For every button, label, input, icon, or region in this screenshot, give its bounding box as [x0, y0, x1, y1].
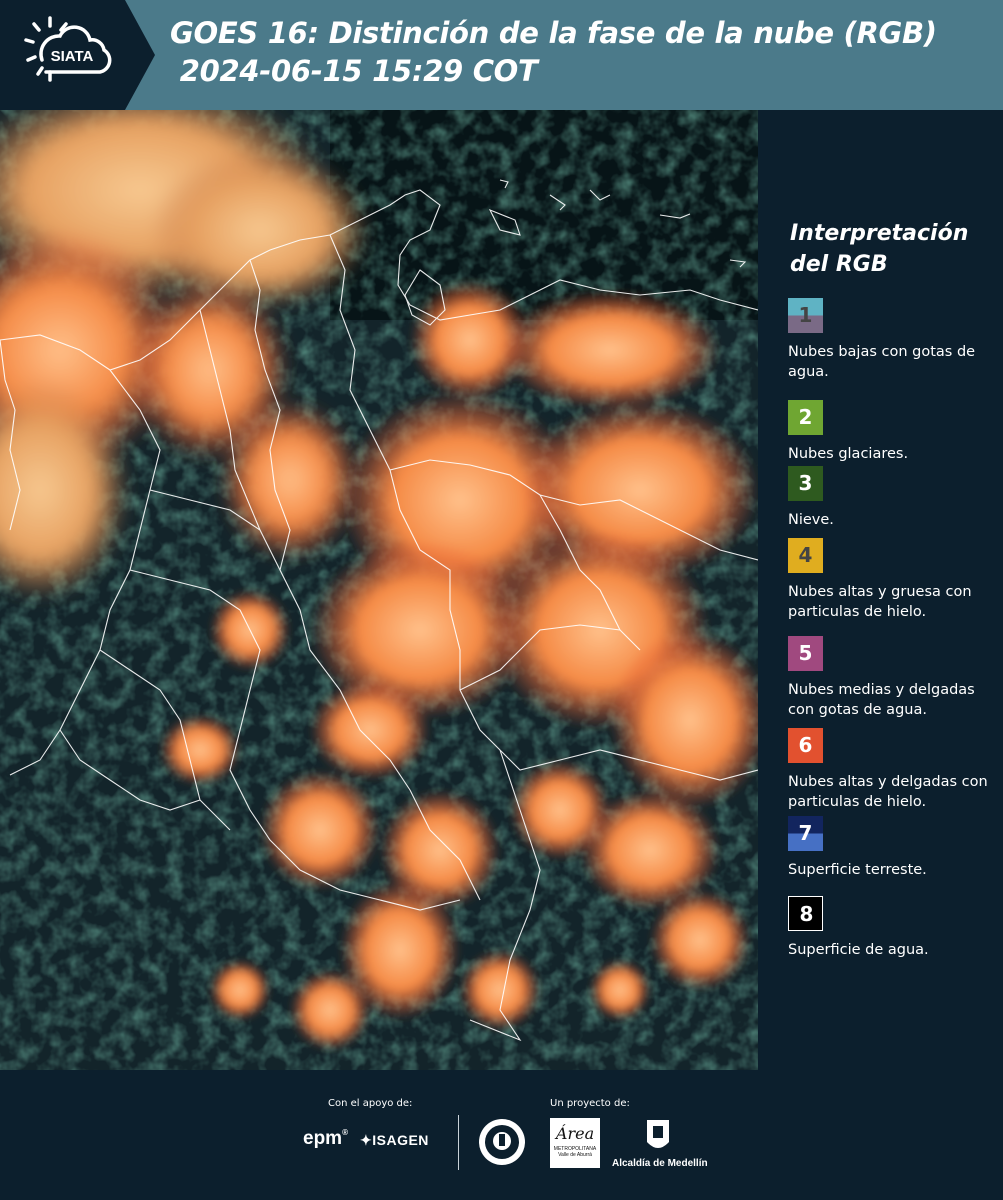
legend-swatch-7: 7 — [788, 816, 823, 851]
legend-swatch-1: 1 — [788, 298, 823, 333]
legend-number: 8 — [799, 902, 814, 926]
header-bar: SIATA GOES 16: Distinción de la fase de … — [0, 0, 1003, 110]
area-logo-sub2: Valle de Aburrá — [558, 1152, 592, 1158]
legend-item-2: 2 Nubes glaciares. — [788, 400, 1003, 464]
title-line-2: 2024-06-15 15:29 COT — [170, 54, 538, 88]
isagen-logo-text: ISAGEN — [372, 1132, 429, 1148]
legend-swatch-3: 3 — [788, 466, 823, 501]
seal-icon — [479, 1119, 525, 1165]
legend-item-8: 8 Superficie de agua. — [788, 896, 1003, 960]
isagen-logo: ✦ISAGEN — [360, 1132, 429, 1149]
area-logo-text: Área — [555, 1124, 595, 1143]
siata-logo: SIATA — [0, 0, 155, 110]
legend-number: 2 — [798, 405, 813, 429]
legend-item-1: 1 Nubes bajas con gotas de agua. — [788, 298, 1003, 382]
legend-label: Nubes glaciares. — [788, 446, 909, 462]
legend-item-6: 6 Nubes altas y delgadas con particulas d… — [788, 728, 1003, 812]
legend-item-7: 7 Superficie terreste. — [788, 816, 1003, 880]
legend-label: Superficie terreste. — [788, 862, 927, 878]
legend-swatch-6: 6 — [788, 728, 823, 763]
alcaldia-logo-text: Alcaldía de Medellín — [612, 1158, 708, 1169]
footer-divider — [458, 1115, 459, 1170]
page-title: GOES 16: Distinción de la fase de la nub… — [170, 14, 937, 90]
legend-swatch-5: 5 — [788, 636, 823, 671]
legend-swatch-8: 8 — [788, 896, 823, 931]
legend-title-line-1: Interpretación — [790, 221, 969, 246]
legend-label: Nieve. — [788, 512, 834, 528]
epm-logo: epm® — [303, 1128, 348, 1149]
legend-label: Nubes altas y delgadas con particulas de… — [788, 774, 988, 810]
satellite-map — [0, 110, 758, 1070]
project-label: Un proyecto de: — [550, 1098, 630, 1109]
legend-number: 1 — [798, 303, 813, 327]
legend-title-line-2: del RGB — [790, 252, 888, 277]
siata-logo-text: SIATA — [51, 48, 94, 65]
legend-number: 4 — [798, 543, 813, 567]
legend-label: Nubes medias y delgadas con gotas de agu… — [788, 682, 975, 718]
legend-item-4: 4 Nubes altas y gruesa con particulas de … — [788, 538, 1003, 622]
satellite-image — [0, 110, 758, 1070]
area-metropolitana-logo: Área METROPOLITANA Valle de Aburrá — [550, 1118, 600, 1168]
epm-logo-text: epm — [303, 1128, 343, 1149]
legend-swatch-4: 4 — [788, 538, 823, 573]
title-line-1: GOES 16: Distinción de la fase de la nub… — [170, 16, 937, 50]
legend-title: Interpretación del RGB — [790, 218, 968, 280]
legend-number: 7 — [798, 821, 813, 845]
legend-label: Nubes bajas con gotas de agua. — [788, 344, 976, 380]
legend-item-5: 5 Nubes medias y delgadas con gotas de ag… — [788, 636, 1003, 720]
legend-number: 6 — [798, 733, 813, 757]
isagen-mark-icon: ✦ — [360, 1132, 373, 1148]
footer: Con el apoyo de: Un proyecto de: epm® ✦I… — [0, 1070, 1003, 1200]
legend-panel: Interpretación del RGB 1 Nubes bajas con … — [760, 110, 1003, 1070]
legend-label: Nubes altas y gruesa con particulas de h… — [788, 584, 972, 620]
legend-swatch-2: 2 — [788, 400, 823, 435]
legend-number: 5 — [798, 641, 813, 665]
legend-label: Superficie de agua. — [788, 942, 929, 958]
medellin-shield-icon — [647, 1120, 669, 1148]
legend-item-3: 3 Nieve. — [788, 466, 1003, 530]
legend-number: 3 — [798, 471, 813, 495]
support-label: Con el apoyo de: — [328, 1098, 413, 1109]
